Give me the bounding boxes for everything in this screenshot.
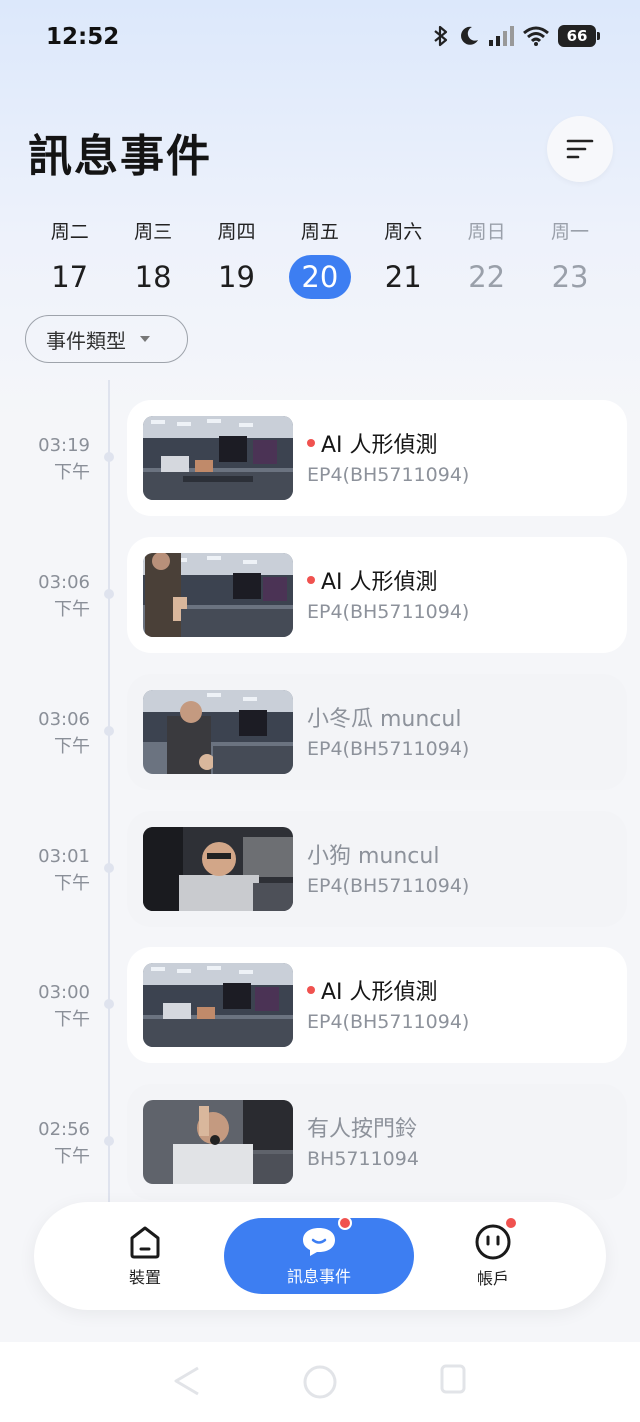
day-name: 周三 [134, 221, 173, 243]
event-time: 03:01 下午 [38, 846, 90, 894]
event-item: 03:06 下午 小冬瓜 muncul EP4(BH5711094) [0, 674, 640, 790]
event-thumbnail[interactable] [143, 690, 293, 774]
unread-indicator [307, 576, 315, 584]
day-number: 17 [51, 260, 89, 294]
event-item: 03:06 下午 AI 人形偵測 EP4(BH5711094) [0, 537, 640, 653]
day-name: 周二 [50, 221, 89, 243]
timeline-dot [104, 1136, 114, 1146]
event-time: 02:56 下午 [38, 1119, 90, 1167]
unread-indicator [307, 439, 315, 447]
event-time: 03:00 下午 [38, 982, 90, 1030]
day-number: 22 [468, 260, 506, 294]
event-thumbnail[interactable] [143, 1100, 293, 1184]
event-device: EP4(BH5711094) [307, 1011, 470, 1033]
event-item: 03:01 下午 小狗 muncul EP4(BH5711094) [0, 811, 640, 927]
day-name: 周四 [217, 221, 256, 243]
day-mon: 周一 23 [528, 218, 611, 300]
event-device: EP4(BH5711094) [307, 601, 470, 623]
day-name: 周一 [551, 221, 590, 243]
day-name: 周六 [384, 221, 423, 243]
nav-devices-label: 裝置 [128, 1268, 161, 1287]
day-name: 周五 [300, 221, 339, 243]
sort-icon [566, 139, 594, 159]
day-number: 20 [288, 255, 351, 299]
nav-events-active[interactable]: 訊息事件 [224, 1216, 414, 1294]
day-thu[interactable]: 周四 19 [195, 218, 278, 300]
battery-indicator: 66 [558, 25, 600, 47]
day-wed[interactable]: 周三 18 [111, 218, 194, 300]
event-thumbnail[interactable] [143, 827, 293, 911]
status-bar: 12:52 66 [0, 0, 640, 80]
event-device: EP4(BH5711094) [307, 464, 470, 486]
event-thumbnail[interactable] [143, 963, 293, 1047]
day-number: 19 [218, 260, 255, 294]
timeline-dot [104, 452, 114, 462]
timeline-dot [104, 589, 114, 599]
status-time: 12:52 [46, 24, 120, 50]
message-icon [303, 1228, 335, 1256]
status-icons: 66 [432, 24, 600, 48]
day-tue[interactable]: 周二 17 [28, 218, 111, 300]
signal-icon [489, 26, 514, 46]
caret-down-icon [140, 336, 150, 342]
event-item: 03:00 下午 AI 人形偵測 EP4(BH5711094) [0, 947, 640, 1063]
event-time: 03:19 下午 [38, 435, 90, 483]
event-item: 03:19 下午 AI 人形偵測 EP4(BH5711094) [0, 400, 640, 516]
filter-label: 事件類型 [46, 328, 126, 353]
timeline-dot [104, 726, 114, 736]
event-type-filter[interactable]: 事件類型 [25, 315, 188, 363]
event-card[interactable]: 小狗 muncul EP4(BH5711094) [127, 811, 627, 927]
sort-button[interactable] [547, 116, 613, 182]
timeline-dot [104, 863, 114, 873]
recents-icon[interactable] [440, 1364, 466, 1394]
nav-account-label: 帳戶 [476, 1269, 509, 1288]
unread-indicator [307, 986, 315, 994]
timeline-dot [104, 999, 114, 1009]
day-name: 周日 [467, 221, 506, 243]
page-title: 訊息事件 [28, 131, 212, 182]
day-sun: 周日 22 [445, 218, 528, 300]
event-time: 03:06 下午 [38, 572, 90, 620]
event-title: 有人按門鈴 [307, 1117, 418, 1142]
notification-badge [338, 1216, 352, 1230]
event-item: 02:56 下午 有人按門鈴 BH5711094 [0, 1084, 640, 1200]
event-title: AI 人形偵測 [307, 427, 438, 459]
day-fri-selected[interactable]: 周五 20 [278, 218, 361, 300]
day-number: 18 [134, 260, 172, 294]
day-number: 23 [551, 260, 589, 294]
event-device: EP4(BH5711094) [307, 875, 470, 897]
event-card[interactable]: 小冬瓜 muncul EP4(BH5711094) [127, 674, 627, 790]
event-card[interactable]: 有人按門鈴 BH5711094 [127, 1084, 627, 1200]
home-icon [130, 1226, 160, 1259]
notification-badge [504, 1216, 518, 1230]
event-card[interactable]: AI 人形偵測 EP4(BH5711094) [127, 537, 627, 653]
event-card[interactable]: AI 人形偵測 EP4(BH5711094) [127, 400, 627, 516]
bottom-nav: 裝置 訊息事件 帳戶 [34, 1202, 606, 1310]
nav-events-label: 訊息事件 [286, 1267, 351, 1286]
day-number: 21 [384, 260, 422, 294]
nav-devices[interactable]: 裝置 [100, 1218, 190, 1294]
event-device: EP4(BH5711094) [307, 738, 470, 760]
event-thumbnail[interactable] [143, 416, 293, 500]
back-icon[interactable] [172, 1364, 202, 1398]
event-time: 03:06 下午 [38, 709, 90, 757]
event-title: 小狗 muncul [307, 844, 440, 869]
home-circle-icon[interactable] [302, 1364, 338, 1400]
event-device: BH5711094 [307, 1148, 419, 1170]
event-card[interactable]: AI 人形偵測 EP4(BH5711094) [127, 947, 627, 1063]
week-selector: 周二 17 周三 18 周四 19 周五 20 周六 21 周日 22 周一 23 [28, 218, 612, 300]
event-thumbnail[interactable] [143, 553, 293, 637]
moon-icon [461, 26, 478, 45]
event-title: 小冬瓜 muncul [307, 707, 462, 732]
nav-account[interactable]: 帳戶 [448, 1216, 538, 1294]
day-sat[interactable]: 周六 21 [362, 218, 445, 300]
event-title: AI 人形偵測 [307, 974, 438, 1006]
event-title: AI 人形偵測 [307, 564, 438, 596]
bluetooth-icon [434, 25, 448, 47]
wifi-icon [523, 26, 549, 46]
system-nav-bar [0, 1342, 640, 1422]
